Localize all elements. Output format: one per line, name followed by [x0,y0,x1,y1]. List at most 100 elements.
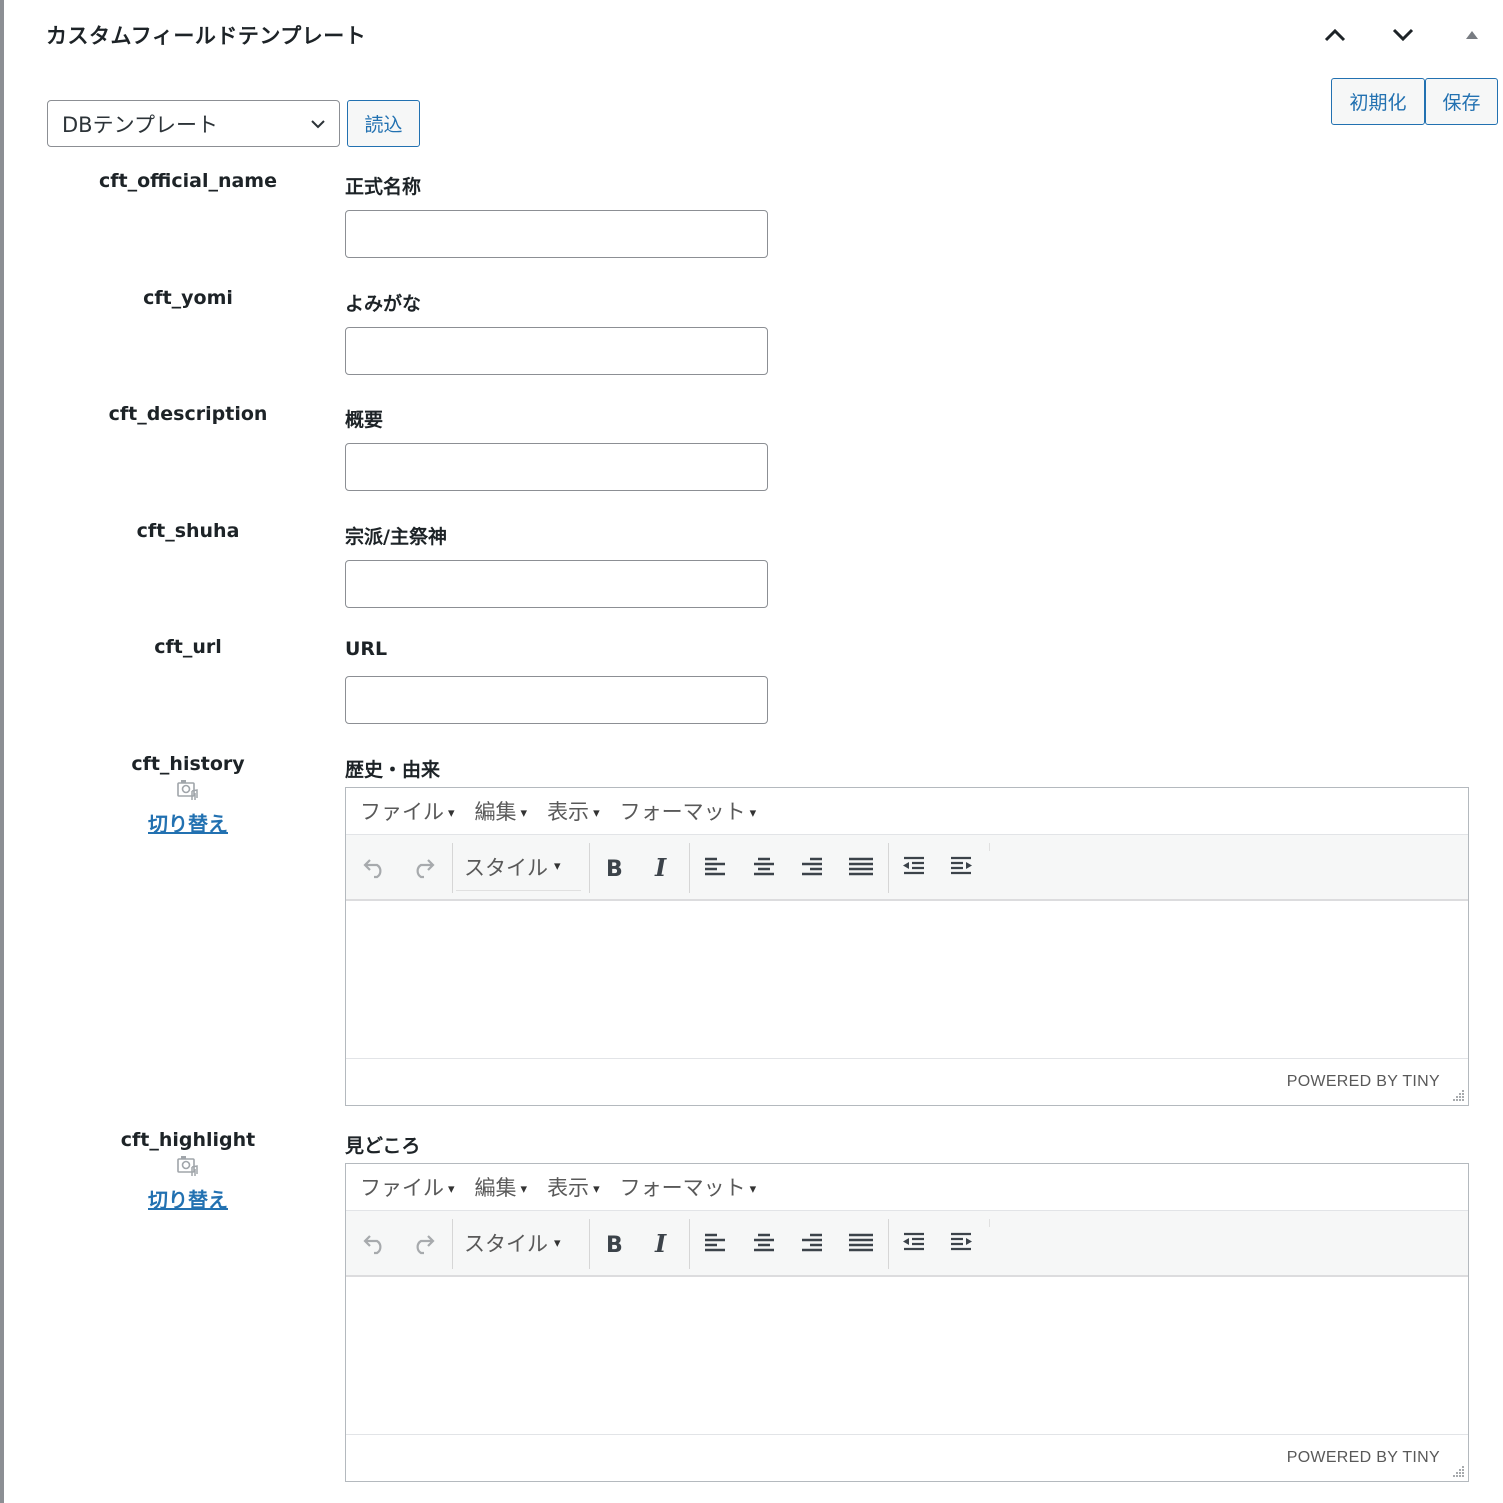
collapse-toggle-button[interactable] [1454,18,1490,52]
field-label: 正式名称 [345,176,422,198]
bold-button[interactable]: B [592,1219,636,1267]
editor-toolbar: スタイル ▾ B I [346,1211,1468,1277]
official-name-input[interactable] [345,210,768,258]
menu-format[interactable]: フォーマット ▾ [620,796,757,826]
align-left-icon [705,857,725,876]
align-right-icon [802,1233,822,1252]
menu-edit[interactable]: 編集 ▾ [475,1172,528,1202]
italic-icon: I [654,854,667,880]
editor-content-area[interactable] [346,1277,1468,1434]
align-center-icon [754,1233,774,1252]
menu-file[interactable]: ファイル ▾ [360,1172,455,1202]
field-label: 歴史・由来 [345,759,441,781]
svg-text:I: I [654,854,667,880]
field-key: cft_url [154,636,222,658]
italic-button[interactable]: I [640,843,684,891]
rich-text-editor: ファイル ▾ 編集 ▾ 表示 ▾ フォーマット ▾ スタイル ▾ B I POW… [345,787,1469,1106]
align-center-icon [754,857,774,876]
align-justify-button[interactable] [839,843,883,891]
field-label: 宗派/主祭神 [345,526,447,548]
toggle-editor-link[interactable]: 切り替え [64,1184,312,1213]
shuha-input[interactable] [345,560,768,608]
field-label: URL [345,638,388,660]
save-button[interactable]: 保存 [1425,78,1498,125]
yomi-input[interactable] [345,327,768,375]
align-justify-icon [849,1233,873,1252]
field-key: cft_description [108,403,268,425]
undo-button[interactable] [353,843,397,891]
italic-icon: I [654,1230,667,1256]
menu-view[interactable]: 表示 ▾ [547,1172,600,1202]
bold-icon: B [606,1233,623,1256]
editor-menubar: ファイル ▾ 編集 ▾ 表示 ▾ フォーマット ▾ [346,1164,1468,1211]
align-right-button[interactable] [790,843,834,891]
redo-button[interactable] [401,1219,445,1267]
editor-statusbar: POWERED BY TINY [346,1058,1468,1105]
align-left-button[interactable] [693,843,737,891]
url-input[interactable] [345,676,768,724]
custom-field-template-panel: カスタムフィールドテンプレート DBテンプレート 読込 初期化 保存 cft_o… [0,0,1503,1503]
editor-content-area[interactable] [346,901,1468,1058]
undo-icon [363,859,382,879]
redo-icon [416,859,435,879]
field-key: cft_official_name [99,170,277,192]
align-justify-icon [849,857,873,876]
menu-file[interactable]: ファイル ▾ [360,796,455,826]
powered-by-link[interactable]: POWERED BY TINY [1287,1073,1440,1091]
template-select-value: DBテンプレート [62,112,218,137]
menu-format[interactable]: フォーマット ▾ [620,1172,757,1202]
move-up-button[interactable] [1317,18,1353,52]
redo-button[interactable] [401,843,445,891]
field-key: cft_yomi [143,287,233,309]
load-button[interactable]: 読込 [347,100,420,147]
undo-button[interactable] [353,1219,397,1267]
toggle-editor-link[interactable]: 切り替え [64,808,312,837]
rich-text-editor: ファイル ▾ 編集 ▾ 表示 ▾ フォーマット ▾ スタイル ▾ B I POW… [345,1163,1469,1482]
reset-button[interactable]: 初期化 [1331,78,1425,125]
redo-icon [416,1235,435,1255]
outdent-button[interactable] [891,1219,935,1267]
field-key: cft_history [131,753,245,775]
svg-text:I: I [654,1230,667,1256]
template-select[interactable]: DBテンプレート [47,100,340,147]
align-justify-button[interactable] [839,1219,883,1267]
move-down-button[interactable] [1385,18,1421,52]
outdent-icon [903,1232,924,1251]
panel-title: カスタムフィールドテンプレート [46,24,367,48]
indent-icon [951,856,972,875]
italic-button[interactable]: I [640,1219,684,1267]
indent-button[interactable] [940,843,984,891]
bold-icon: B [606,857,623,880]
editor-toolbar: スタイル ▾ B I [346,835,1468,901]
description-input[interactable] [345,443,768,491]
chevron-up-icon [1324,28,1346,42]
outdent-icon [903,856,924,875]
field-label: 概要 [345,409,384,431]
svg-text:B: B [606,857,623,880]
powered-by-link[interactable]: POWERED BY TINY [1287,1449,1440,1467]
bold-button[interactable]: B [592,843,636,891]
add-media-icon[interactable] [176,1154,200,1178]
svg-text:B: B [606,1233,623,1256]
add-media-icon[interactable] [176,778,200,802]
field-label: よみがな [345,293,422,315]
align-right-button[interactable] [790,1219,834,1267]
align-right-icon [802,857,822,876]
menu-edit[interactable]: 編集 ▾ [475,796,528,826]
field-key: cft_highlight [120,1129,256,1151]
indent-button[interactable] [940,1219,984,1267]
align-left-icon [705,1233,725,1252]
style-dropdown[interactable]: スタイル ▾ [456,843,581,891]
chevron-down-icon [1392,28,1414,42]
triangle-up-icon [1466,31,1478,39]
editor-menubar: ファイル ▾ 編集 ▾ 表示 ▾ フォーマット ▾ [346,788,1468,835]
align-center-button[interactable] [742,843,786,891]
resize-handle-icon[interactable] [1451,1088,1465,1102]
menu-view[interactable]: 表示 ▾ [547,796,600,826]
undo-icon [363,1235,382,1255]
outdent-button[interactable] [891,843,935,891]
align-center-button[interactable] [742,1219,786,1267]
style-dropdown[interactable]: スタイル ▾ [456,1219,581,1267]
resize-handle-icon[interactable] [1451,1464,1465,1478]
align-left-button[interactable] [693,1219,737,1267]
